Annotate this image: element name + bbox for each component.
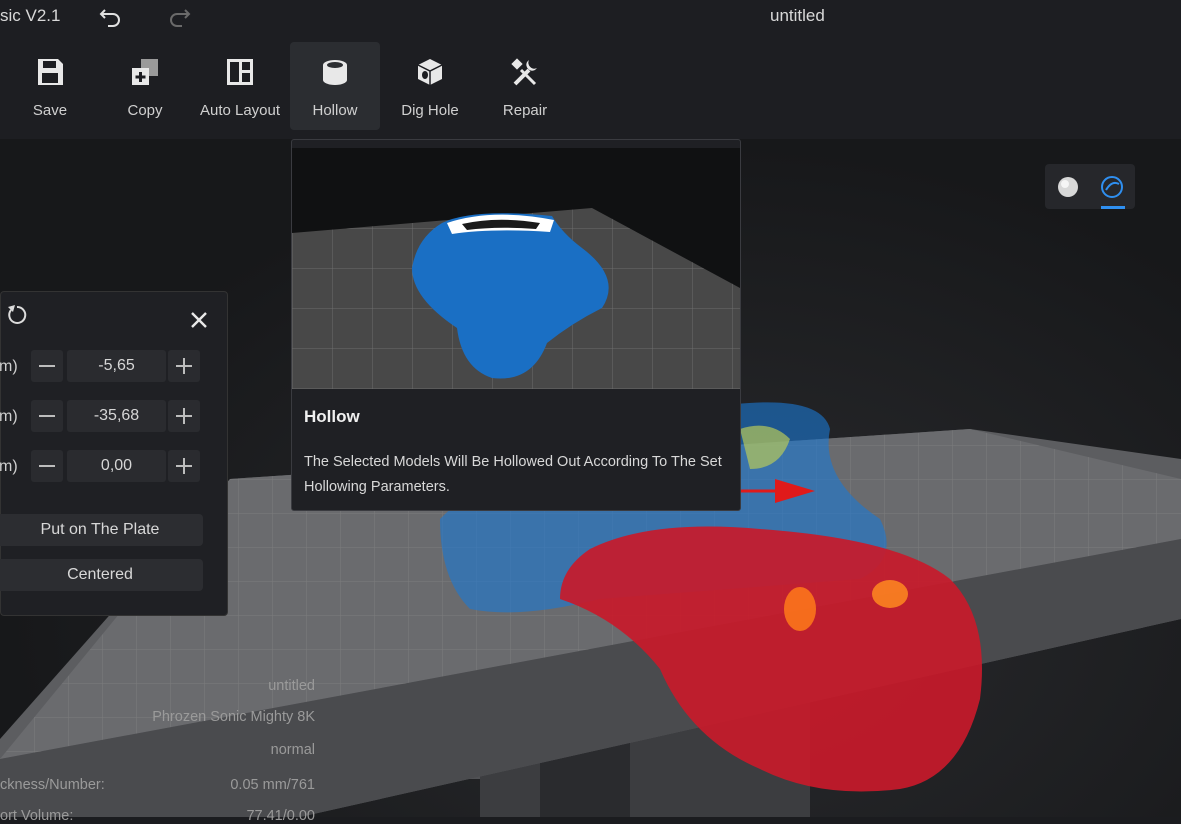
hollow-button[interactable]: Hollow <box>290 42 380 130</box>
view-mode-toggle <box>1045 164 1135 209</box>
position-z-decrement[interactable] <box>31 450 63 482</box>
position-y-row: m) -35,68 <box>0 400 227 434</box>
tooltip-title: Hollow <box>304 407 360 426</box>
active-view-indicator <box>1101 206 1125 209</box>
copy-icon <box>132 59 158 85</box>
position-z-row: m) 0,00 <box>0 450 227 484</box>
info-printer: Phrozen Sonic Mighty 8K <box>152 709 315 725</box>
document-title: untitled <box>770 6 825 25</box>
hollow-preview-image <box>292 148 740 389</box>
toolbar: Save Copy Auto Layout Hollow Dig Hole Re… <box>0 32 1181 139</box>
position-z-input[interactable]: 0,00 <box>67 450 166 482</box>
copy-label: Copy <box>127 102 163 119</box>
info-model-name: untitled <box>268 678 315 694</box>
position-y-input[interactable]: -35,68 <box>67 400 166 432</box>
dig-hole-icon <box>417 59 443 85</box>
repair-icon <box>511 58 537 86</box>
position-x-label: m) <box>0 358 18 375</box>
redo-icon[interactable] <box>166 4 192 28</box>
repair-label: Repair <box>502 102 548 119</box>
hollow-tooltip: Hollow The Selected Models Will Be Hollo… <box>291 139 741 511</box>
position-z-label: m) <box>0 458 18 475</box>
hollow-label: Hollow <box>312 102 358 119</box>
app-title: sic V2.1 <box>0 6 61 25</box>
info-thickness-value: 0.05 mm/761 <box>230 777 315 793</box>
copy-button[interactable]: Copy <box>100 42 190 130</box>
position-x-increment[interactable] <box>168 350 200 382</box>
repair-button[interactable]: Repair <box>480 42 570 130</box>
info-profile: normal <box>270 742 315 758</box>
tooltip-description: The Selected Models Will Be Hollowed Out… <box>304 454 722 495</box>
position-y-increment[interactable] <box>168 400 200 432</box>
position-x-decrement[interactable] <box>31 350 63 382</box>
position-x-row: m) -5,65 <box>0 350 227 384</box>
position-x-input[interactable]: -5,65 <box>67 350 166 382</box>
centered-button[interactable]: Centered <box>0 559 203 591</box>
save-button[interactable]: Save <box>5 42 95 130</box>
reset-icon[interactable] <box>5 302 29 326</box>
auto-layout-label: Auto Layout <box>199 102 281 119</box>
hollow-icon <box>323 60 347 85</box>
put-on-plate-button[interactable]: Put on The Plate <box>0 514 203 546</box>
info-volume-value: 77.41/0.00 <box>246 808 315 824</box>
transparent-view-icon[interactable] <box>1097 172 1127 202</box>
move-panel: m) -5,65 m) -35,68 m) 0,00 Put on The Pl… <box>0 291 228 616</box>
position-y-label: m) <box>0 408 18 425</box>
close-icon[interactable] <box>187 308 211 332</box>
auto-layout-icon <box>227 59 253 85</box>
dig-hole-label: Dig Hole <box>401 102 459 119</box>
undo-icon[interactable] <box>98 4 124 28</box>
position-y-decrement[interactable] <box>31 400 63 432</box>
auto-layout-button[interactable]: Auto Layout <box>195 42 285 130</box>
save-label: Save <box>32 102 68 119</box>
title-bar: sic V2.1 untitled <box>0 0 1181 32</box>
solid-view-icon[interactable] <box>1053 172 1083 202</box>
position-z-increment[interactable] <box>168 450 200 482</box>
save-icon <box>38 59 63 85</box>
dig-hole-button[interactable]: Dig Hole <box>385 42 475 130</box>
